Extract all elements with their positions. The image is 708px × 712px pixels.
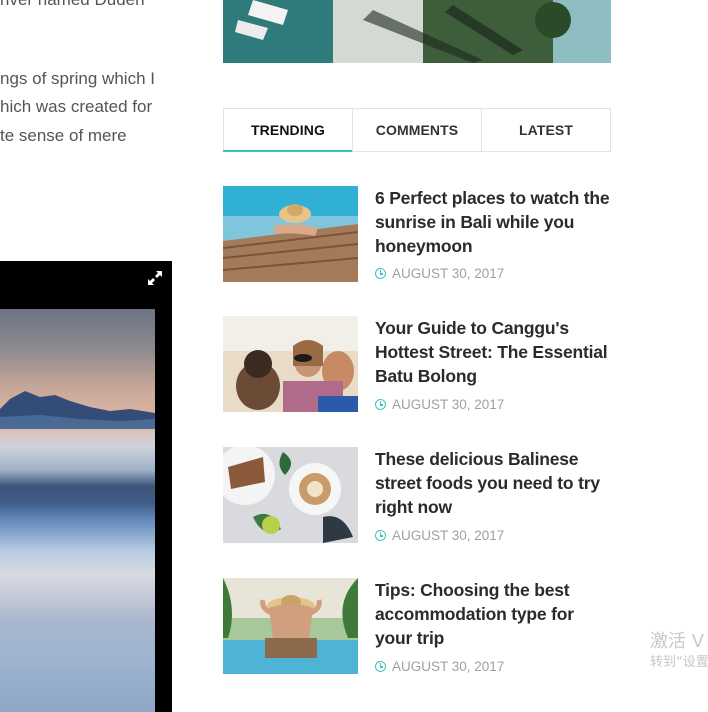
post-title[interactable]: These delicious Balinese street foods yo… xyxy=(375,447,611,519)
post-date: AUGUST 30, 2017 xyxy=(375,528,504,543)
watermark-line: 激活 V xyxy=(650,631,705,652)
post-thumbnail[interactable] xyxy=(223,447,358,543)
post-date: AUGUST 30, 2017 xyxy=(375,266,504,281)
article-text-line: hich was created for xyxy=(0,97,153,116)
tab-comments[interactable]: COMMENTS xyxy=(353,109,482,151)
list-item: These delicious Balinese street foods yo… xyxy=(223,447,611,547)
sidebar-top-image[interactable] xyxy=(223,0,611,63)
article-text-line: river named Duden xyxy=(0,0,145,14)
article-text-line: ngs of spring which I xyxy=(0,69,155,88)
post-title[interactable]: Tips: Choosing the best accommodation ty… xyxy=(375,578,611,650)
activation-watermark: 激活 V 转到“设置 xyxy=(650,630,708,672)
tab-trending[interactable]: TRENDING xyxy=(223,109,353,152)
post-date-text: AUGUST 30, 2017 xyxy=(392,266,505,281)
post-thumbnail[interactable] xyxy=(223,186,358,282)
sidebar-tabs: TRENDING COMMENTS LATEST xyxy=(223,108,611,152)
post-title[interactable]: Your Guide to Canggu's Hottest Street: T… xyxy=(375,316,611,388)
watermark-line: 转到“设置 xyxy=(650,655,708,670)
list-item: Your Guide to Canggu's Hottest Street: T… xyxy=(223,316,611,416)
clock-icon xyxy=(375,268,386,279)
clock-icon xyxy=(375,661,386,672)
boats-aerial-image xyxy=(223,0,611,63)
post-thumbnail[interactable] xyxy=(223,316,358,412)
gallery-image-viewer[interactable] xyxy=(0,261,172,712)
post-thumbnail[interactable] xyxy=(223,578,358,674)
post-date-text: AUGUST 30, 2017 xyxy=(392,528,505,543)
mountain-silhouette xyxy=(0,391,155,429)
post-date-text: AUGUST 30, 2017 xyxy=(392,659,505,674)
clock-icon xyxy=(375,399,386,410)
post-title[interactable]: 6 Perfect places to watch the sunrise in… xyxy=(375,186,611,258)
tab-latest[interactable]: LATEST xyxy=(482,109,610,151)
expand-arrows-icon[interactable] xyxy=(146,269,164,287)
clock-icon xyxy=(375,530,386,541)
list-item: Tips: Choosing the best accommodation ty… xyxy=(223,578,611,678)
list-item: 6 Perfect places to watch the sunrise in… xyxy=(223,186,611,286)
article-text-line: te sense of mere xyxy=(0,126,127,145)
post-date-text: AUGUST 30, 2017 xyxy=(392,397,505,412)
post-date: AUGUST 30, 2017 xyxy=(375,397,504,412)
post-date: AUGUST 30, 2017 xyxy=(375,659,504,674)
